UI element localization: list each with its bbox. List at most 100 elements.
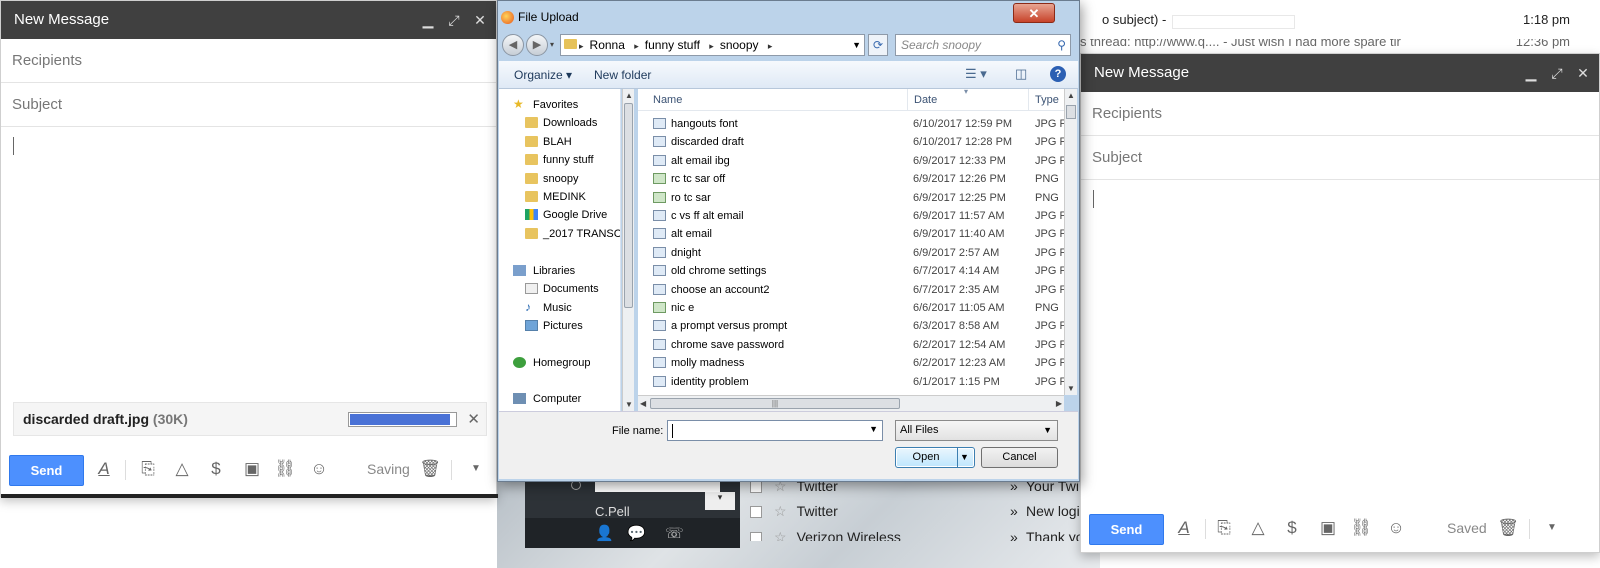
nav-scrollbar[interactable]: ▲ ▼ (622, 89, 634, 411)
search-input[interactable]: Search snoopy ⚲ (895, 34, 1071, 56)
help-icon[interactable]: ? (1050, 66, 1066, 82)
discard-draft-icon[interactable]: 🗑 (1497, 518, 1519, 538)
breadcrumb-funny-stuff[interactable]: funny stuff (645, 38, 700, 52)
more-options-icon[interactable]: ▼ (465, 463, 487, 474)
nav-item-medink[interactable]: MEDINK (499, 189, 620, 207)
file-row[interactable]: molly madness 6/2/2017 12:23 AM JPG F (638, 354, 1064, 372)
file-row[interactable]: rc tc sar off 6/9/2017 12:26 PM PNG (638, 170, 1064, 188)
attach-file-icon[interactable]: ⎘ (1213, 518, 1235, 538)
nav-computer[interactable]: Computer (499, 391, 620, 409)
file-row[interactable]: hangouts font 6/10/2017 12:59 PM JPG F (638, 115, 1064, 133)
recipients-field[interactable]: Recipients (1, 39, 496, 83)
chat-bubble-icon[interactable]: 💬 (627, 524, 646, 542)
file-row[interactable]: old chrome settings 6/7/2017 4:14 AM JPG F (638, 262, 1064, 280)
insert-link-icon[interactable]: ⛓ (1350, 518, 1372, 538)
inbox-row[interactable]: o subject) - 1:18 pm (1080, 12, 1600, 32)
nav-libraries[interactable]: Libraries (499, 263, 620, 281)
row-checkbox[interactable] (750, 481, 762, 494)
expand-icon[interactable]: ⤢ (446, 1, 462, 39)
nav-item-blah[interactable]: BLAH (499, 134, 620, 152)
subject-field[interactable]: Subject (1, 83, 496, 127)
column-date[interactable]: Date (914, 94, 937, 106)
file-row[interactable]: discarded draft 6/10/2017 12:28 PM JPG F (638, 133, 1064, 151)
attachment-chip[interactable]: discarded draft.jpg (30K) ✕ (13, 402, 487, 436)
file-row[interactable]: nic e 6/6/2017 11:05 AM PNG (638, 299, 1064, 317)
new-folder-button[interactable]: New folder (594, 68, 651, 82)
forward-button[interactable]: ▶ (526, 34, 548, 56)
list-item[interactable]: ☆ Twitter » New logi (750, 503, 1080, 525)
nav-item-music[interactable]: ♪ Music (499, 300, 620, 318)
account-dropdown[interactable]: ▾ (705, 492, 735, 510)
column-name[interactable]: Name (653, 94, 682, 106)
chevron-down-icon[interactable]: ▼ (869, 424, 878, 434)
nav-item-snoopy[interactable]: snoopy (499, 171, 620, 189)
compose-header[interactable]: New Message ▁ ⤢ ✕ (1081, 54, 1599, 92)
attach-file-icon[interactable]: ⎘ (137, 459, 159, 479)
nav-item-documents[interactable]: Documents (499, 281, 620, 299)
file-list-hscrollbar[interactable]: ◀ ||| ▶ (638, 395, 1064, 411)
file-row[interactable]: ro tc sar 6/9/2017 12:25 PM PNG (638, 189, 1064, 207)
breadcrumb-ronna[interactable]: Ronna (590, 38, 625, 52)
google-drive-icon[interactable]: △ (1247, 518, 1269, 538)
back-button[interactable]: ◀ (502, 34, 524, 56)
file-name-input[interactable]: ▼ (667, 420, 883, 441)
message-body[interactable] (1081, 180, 1599, 450)
minimize-icon[interactable]: ▁ (1523, 54, 1539, 92)
file-row[interactable]: alt email 6/9/2017 11:40 AM JPG F (638, 225, 1064, 243)
insert-photo-icon[interactable]: ▣ (1317, 518, 1339, 538)
file-row[interactable]: c vs ff alt email 6/9/2017 11:57 AM JPG F (638, 207, 1064, 225)
close-icon[interactable]: ✕ (472, 1, 488, 39)
minimize-icon[interactable]: ▁ (420, 1, 436, 39)
formatting-icon[interactable]: A (1173, 518, 1195, 538)
nav-item-2017-transcri[interactable]: _2017 TRANSCRI (499, 226, 620, 244)
subject-field[interactable]: Subject (1081, 136, 1599, 180)
file-row[interactable]: a prompt versus prompt 6/3/2017 8:58 AM JP… (638, 317, 1064, 335)
discard-draft-icon[interactable]: 🗑 (419, 459, 441, 479)
recipients-field[interactable]: Recipients (1081, 92, 1599, 136)
row-checkbox[interactable] (750, 532, 762, 541)
file-row[interactable]: choose an account2 6/7/2017 2:35 AM JPG F (638, 281, 1064, 299)
dialog-titlebar[interactable]: File Upload ✕ (498, 1, 1079, 31)
view-options-icon[interactable]: ☰ ▾ (965, 66, 987, 82)
refresh-button[interactable]: ⟳ (868, 34, 888, 56)
open-button[interactable]: Open ▼ (895, 447, 975, 468)
insert-link-icon[interactable]: ⛓ (274, 459, 296, 479)
address-dropdown-icon[interactable]: ▼ (852, 35, 861, 55)
remove-attachment-icon[interactable]: ✕ (467, 410, 480, 428)
expand-icon[interactable]: ⤢ (1549, 54, 1565, 92)
insert-photo-icon[interactable]: ▣ (241, 459, 263, 479)
send-button[interactable]: Send (1089, 514, 1164, 545)
compose-header[interactable]: New Message ▁ ⤢ ✕ (1, 1, 496, 39)
send-money-icon[interactable]: $ (205, 459, 227, 479)
preview-pane-icon[interactable]: ◫ (1015, 66, 1027, 82)
file-list-scrollbar[interactable]: ▲ ▼ (1064, 89, 1077, 395)
list-item[interactable]: ☆ Verizon Wireless » Thank yo (750, 529, 1080, 541)
file-row[interactable]: identity problem 6/1/2017 1:15 PM JPG F (638, 373, 1064, 391)
file-row[interactable]: chrome save password 6/2/2017 12:54 AM JPG… (638, 336, 1064, 354)
file-row[interactable]: alt email ibg 6/9/2017 12:33 PM JPG F (638, 152, 1064, 170)
address-bar[interactable]: ▸ Ronna ▸ funny stuff ▸ snoopy ▸ ▼ (560, 34, 865, 56)
open-options-dropdown-icon[interactable]: ▼ (960, 448, 969, 467)
close-button[interactable]: ✕ (1013, 3, 1055, 23)
emoji-icon[interactable]: ☺ (1385, 518, 1407, 538)
row-checkbox[interactable] (750, 506, 762, 519)
column-type[interactable]: Type (1035, 94, 1059, 106)
breadcrumb-snoopy[interactable]: snoopy (720, 38, 759, 52)
nav-item-downloads[interactable]: Downloads (499, 115, 620, 133)
send-button[interactable]: Send (9, 455, 84, 486)
star-icon[interactable]: ☆ (774, 503, 787, 519)
nav-item-pictures[interactable]: Pictures (499, 318, 620, 336)
nav-homegroup[interactable]: Homegroup (499, 355, 620, 373)
phone-icon[interactable]: ☏ (665, 524, 684, 542)
send-money-icon[interactable]: $ (1281, 518, 1303, 538)
organize-button[interactable]: Organize ▾ (514, 68, 572, 82)
file-row[interactable]: dnight 6/9/2017 2:57 AM JPG F (638, 244, 1064, 262)
recent-pages-dropdown[interactable]: ▾ (550, 40, 554, 49)
search-icon[interactable]: ⚲ (1057, 35, 1066, 55)
nav-item-google-drive[interactable]: Google Drive (499, 207, 620, 225)
cancel-button[interactable]: Cancel (981, 447, 1058, 468)
google-drive-icon[interactable]: △ (171, 459, 193, 479)
formatting-icon[interactable]: A (93, 459, 115, 479)
more-options-icon[interactable]: ▼ (1541, 522, 1563, 533)
file-type-select[interactable]: All Files ▼ (895, 420, 1058, 441)
